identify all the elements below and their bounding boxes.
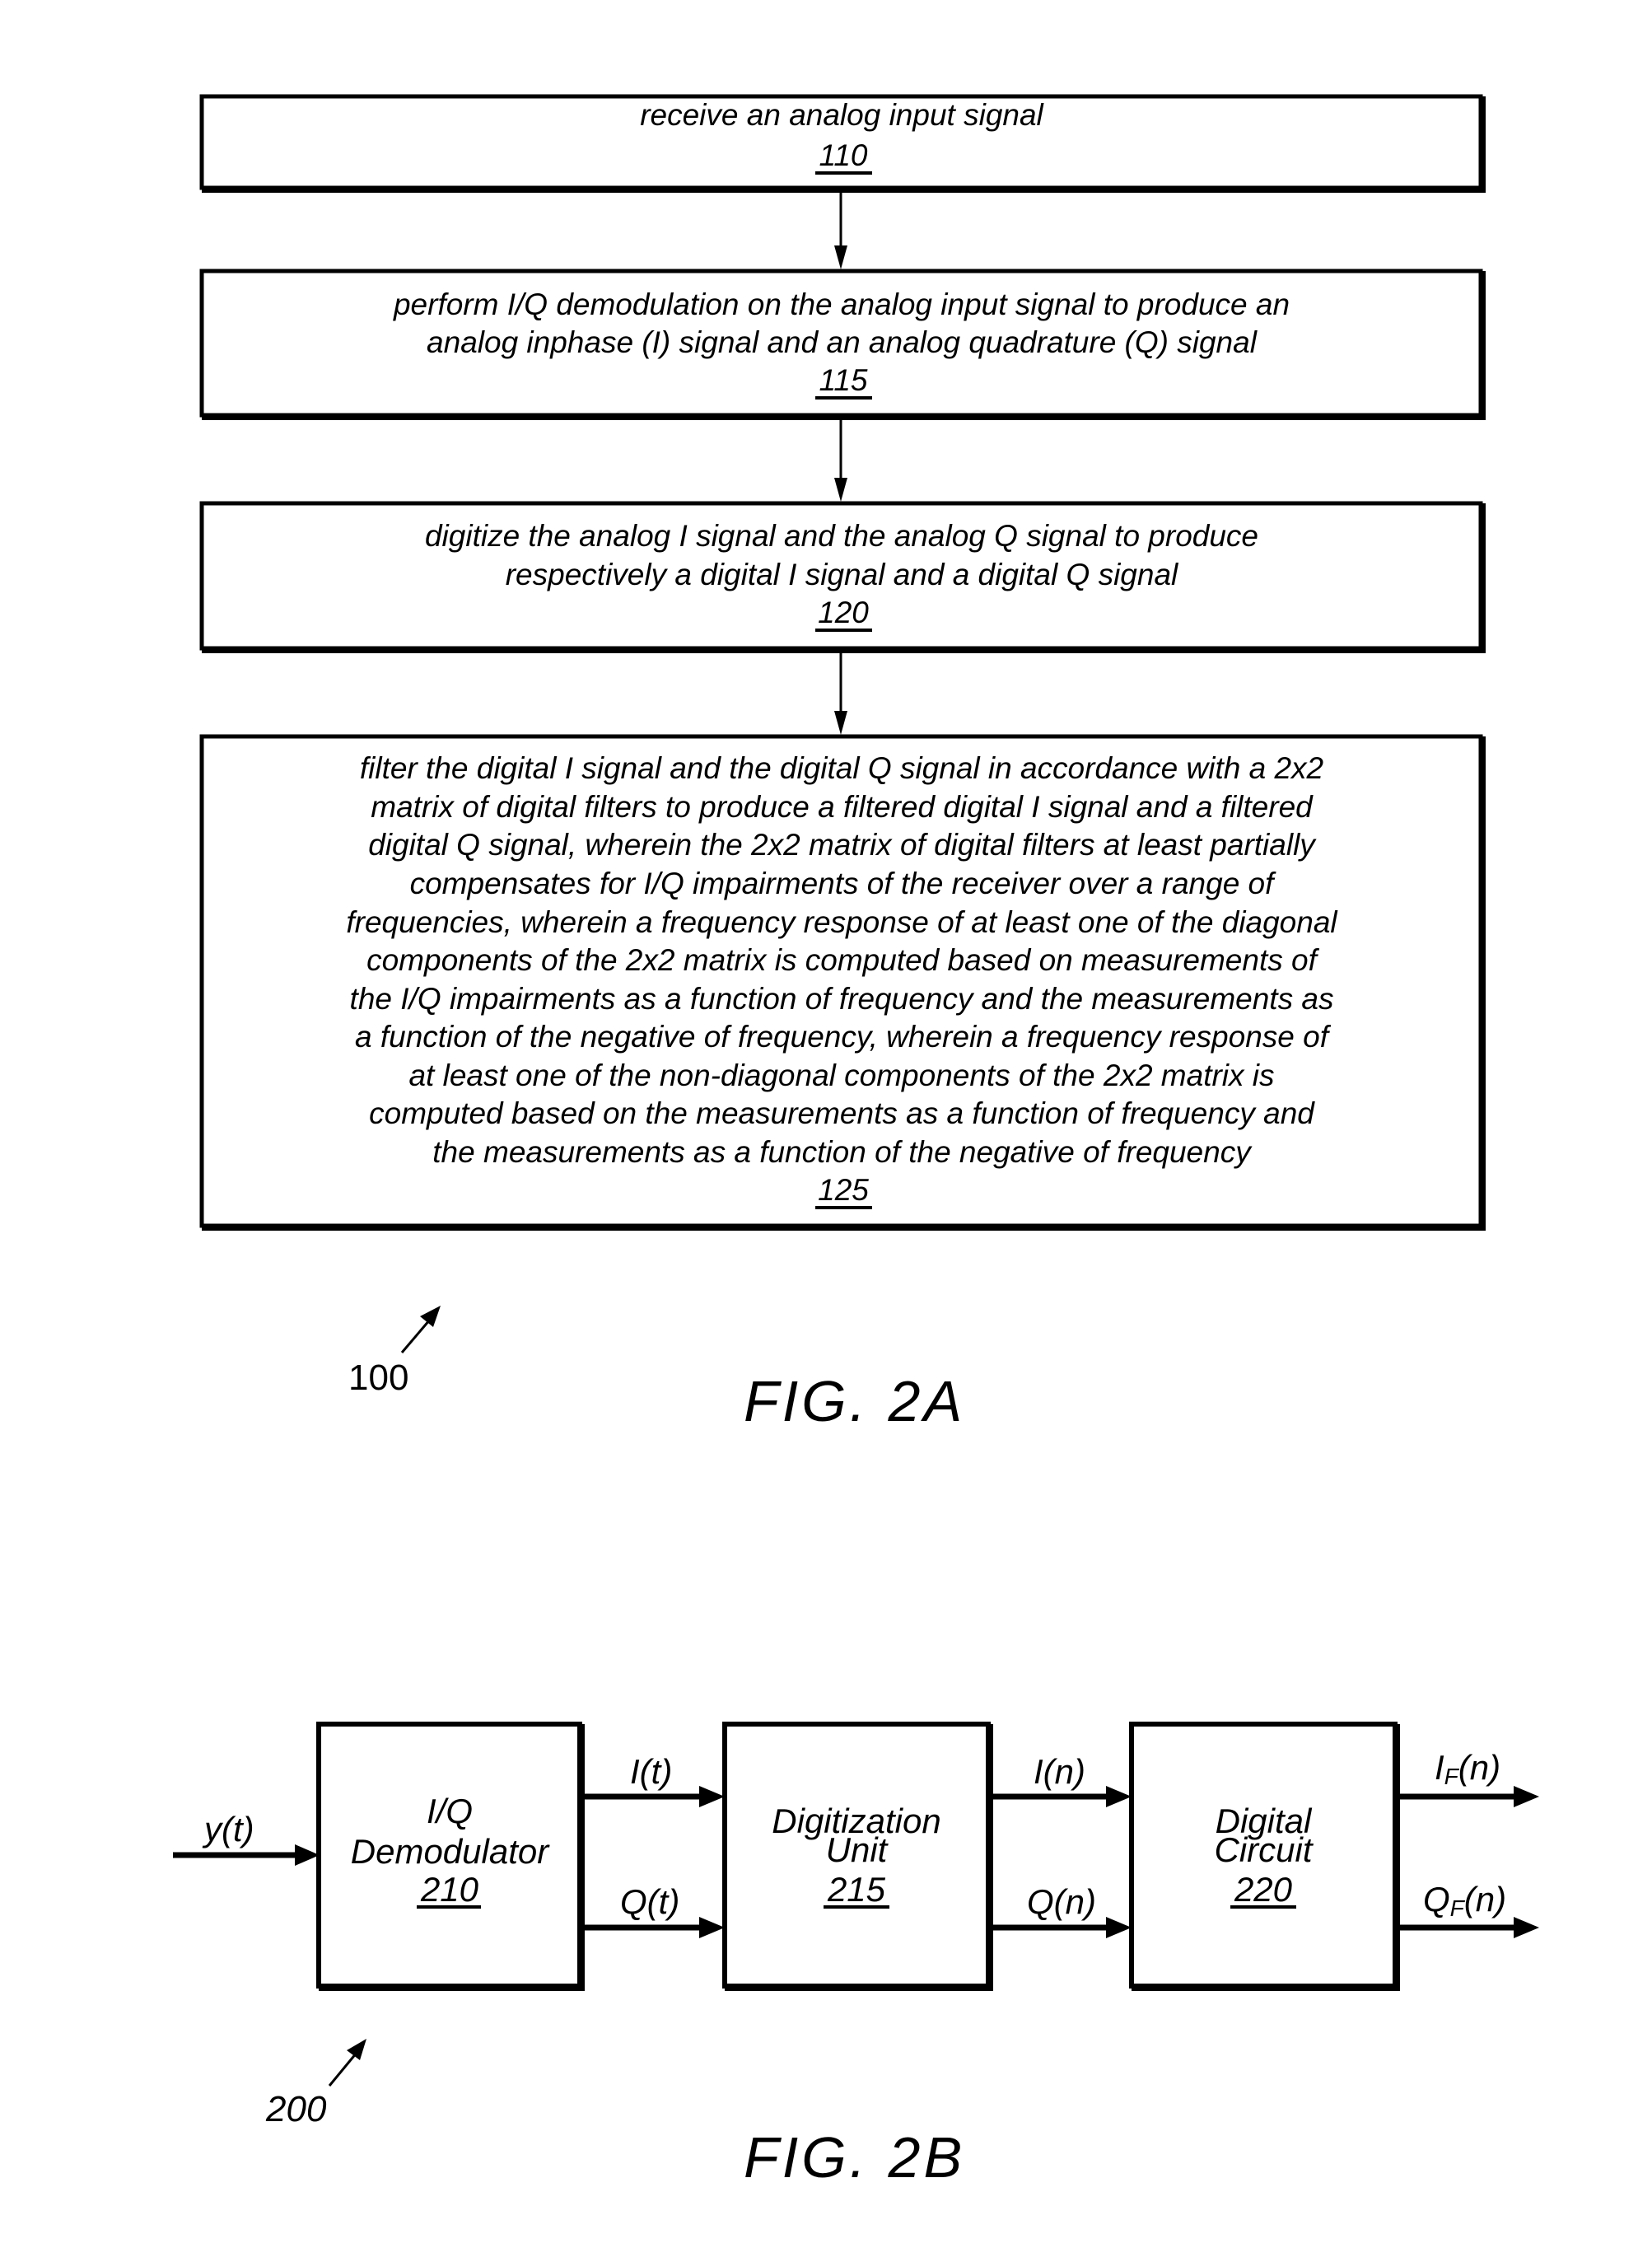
signal-label-q-n: Q(n) <box>1027 1882 1096 1921</box>
flow-step-text: filter the digital I signal and the digi… <box>360 751 1324 785</box>
flow-step-text: digitize the analog I signal and the ana… <box>425 519 1258 553</box>
block-iq-demodulator: I/Q Demodulator 210 <box>316 1722 585 1991</box>
reference-arrowhead-icon <box>347 2039 366 2060</box>
flow-step-text: the I/Q impairments as a function of fre… <box>350 982 1334 1016</box>
figure-reference-number: 200 <box>265 2089 327 2129</box>
signal-label-main: Q <box>1423 1880 1450 1919</box>
flow-step-110: receive an analog input signal 110 <box>199 94 1486 193</box>
arrowhead-down-icon <box>834 711 847 735</box>
signal-label-qf-n: QF(n) <box>1423 1880 1506 1921</box>
arrowhead-right-icon <box>1514 1917 1539 1938</box>
flow-step-text: computed based on the measurements as a … <box>369 1096 1315 1130</box>
signal-label-main: I <box>1435 1748 1444 1787</box>
flow-step-text: the measurements as a function of the ne… <box>432 1135 1253 1169</box>
signal-label-i-n: I(n) <box>1034 1752 1085 1791</box>
flow-step-text: a function of the negative of frequency,… <box>355 1020 1332 1054</box>
flow-step-text: respectively a digital I signal and a di… <box>506 558 1179 591</box>
flow-step-text: digital Q signal, wherein the 2x2 matrix… <box>368 828 1317 862</box>
flow-step-text: components of the 2x2 matrix is computed… <box>366 943 1319 977</box>
flow-step-text: receive an analog input signal <box>640 98 1044 132</box>
block-label: Unit <box>826 1830 889 1869</box>
reference-arrowhead-icon <box>420 1306 441 1327</box>
flow-step-text: perform I/Q demodulation on the analog i… <box>393 287 1290 321</box>
arrowhead-right-icon <box>295 1844 320 1866</box>
patent-figure-sheet: receive an analog input signal 110 perfo… <box>173 94 1539 2190</box>
arrowhead-right-icon <box>699 1786 725 1807</box>
flow-step-text: frequencies, wherein a frequency respons… <box>346 905 1338 939</box>
arrowhead-right-icon <box>1106 1917 1132 1938</box>
flow-step-text: analog inphase (I) signal and an analog … <box>427 325 1258 359</box>
block-label: I/Q <box>427 1792 473 1830</box>
signal-label-tail: (n) <box>1464 1880 1506 1919</box>
block-label: Circuit <box>1214 1830 1314 1869</box>
block-diagram-fig-2b: y(t) I/Q Demodulator 210 I(t) Q(t) Digit… <box>173 1722 1539 2190</box>
arrowhead-down-icon <box>834 478 847 502</box>
flowchart-fig-2a: receive an analog input signal 110 perfo… <box>199 94 1486 1433</box>
block-digital-circuit: Digital Circuit 220 <box>1129 1722 1400 1991</box>
signal-label-q-t: Q(t) <box>620 1882 679 1921</box>
figure-caption: FIG. 2B <box>744 2125 965 2190</box>
flow-step-ref: 110 <box>819 138 868 172</box>
flow-step-text: matrix of digital filters to produce a f… <box>371 790 1314 824</box>
flow-step-115: perform I/Q demodulation on the analog i… <box>199 269 1486 420</box>
input-signal-label: y(t) <box>202 1810 254 1848</box>
flow-step-text: compensates for I/Q impairments of the r… <box>410 867 1277 900</box>
block-digitization-unit: Digitization Unit 215 <box>722 1722 993 1991</box>
block-ref: 220 <box>1234 1870 1293 1909</box>
reference-leader-line <box>328 2052 358 2087</box>
signal-label-tail: (n) <box>1458 1748 1500 1787</box>
flow-step-text: at least one of the non-diagonal compone… <box>408 1059 1274 1092</box>
arrowhead-right-icon <box>1514 1786 1539 1807</box>
figure-reference-number: 100 <box>348 1358 408 1398</box>
arrowhead-down-icon <box>834 245 847 269</box>
signal-label-i-t: I(t) <box>630 1752 672 1791</box>
figure-caption: FIG. 2A <box>744 1369 965 1433</box>
block-ref: 210 <box>420 1870 479 1909</box>
reference-leader-line <box>400 1319 432 1353</box>
block-label: Demodulator <box>351 1832 550 1871</box>
block-ref: 215 <box>827 1870 886 1909</box>
arrowhead-right-icon <box>699 1917 725 1938</box>
flow-step-ref: 120 <box>818 596 869 629</box>
flow-step-120: digitize the analog I signal and the ana… <box>199 501 1486 653</box>
flow-step-ref: 115 <box>819 363 868 397</box>
flow-step-125: filter the digital I signal and the digi… <box>199 734 1486 1231</box>
arrowhead-right-icon <box>1106 1786 1132 1807</box>
flow-step-ref: 125 <box>818 1173 869 1207</box>
signal-label-if-n: IF(n) <box>1435 1748 1500 1789</box>
